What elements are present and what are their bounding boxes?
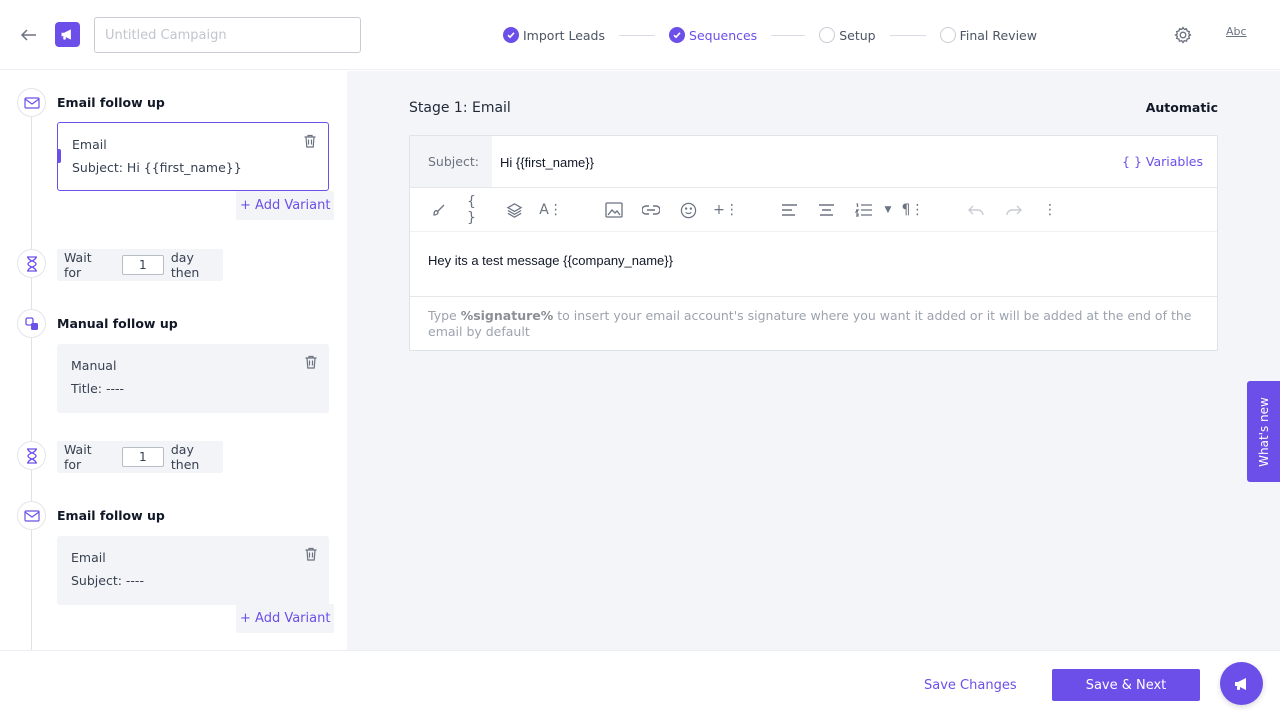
manual-step-card[interactable]: Manual Title: ---- <box>57 344 329 413</box>
block-title: Email follow up <box>57 508 165 523</box>
wait-prefix: Wait for <box>64 250 92 280</box>
selection-marker <box>57 149 61 163</box>
check-circle-icon <box>503 27 519 43</box>
email-body[interactable]: Hey its a test message {{company_name}} <box>428 253 673 268</box>
formatting-toolbar: { } A⋮ +⋮ ▼ ¶⋮ ⋮ <box>410 188 1217 232</box>
step-label: Setup <box>839 27 876 43</box>
timeline-line <box>31 111 32 650</box>
code-braces-icon[interactable]: { } <box>467 194 487 226</box>
hourglass-icon <box>17 441 46 470</box>
emoji-icon[interactable] <box>678 200 698 220</box>
whats-new-label: What's new <box>1256 396 1271 467</box>
stage-editor-panel: Stage 1: Email Automatic Subject: { } Va… <box>347 71 1280 650</box>
text-style-button[interactable]: Abc <box>1226 25 1247 38</box>
subject-row: Subject: { } Variables <box>410 136 1217 188</box>
stage-title: Stage 1: Email <box>409 100 511 116</box>
step-setup[interactable]: Setup <box>819 27 876 43</box>
chevron-down-icon[interactable]: ▼ <box>878 200 898 220</box>
signature-token: %signature% <box>460 308 554 323</box>
subject-label: Subject: <box>410 136 492 187</box>
subject-input[interactable] <box>500 150 1100 174</box>
trash-icon[interactable] <box>302 133 318 149</box>
megaphone-logo-icon <box>55 22 80 47</box>
sequence-sidebar: Email follow up Email Subject: Hi {{firs… <box>0 71 347 650</box>
brush-icon[interactable] <box>429 200 449 220</box>
wait-delay-row: Wait for day then <box>57 249 223 281</box>
empty-circle-icon <box>819 27 836 43</box>
email-icon <box>17 88 46 117</box>
step-final-review[interactable]: Final Review <box>939 27 1037 43</box>
back-arrow-icon[interactable] <box>18 24 40 46</box>
wait-prefix: Wait for <box>64 442 92 472</box>
email-step-card[interactable]: Email Subject: Hi {{first_name}} <box>57 122 329 191</box>
block-title: Email follow up <box>57 95 165 110</box>
card-type-label: Email <box>72 137 107 152</box>
manual-task-icon <box>17 309 46 338</box>
progress-steps: Import Leads Sequences Setup Final Revie… <box>503 26 1037 44</box>
gear-icon[interactable] <box>1173 25 1193 45</box>
align-left-icon[interactable] <box>779 200 799 220</box>
empty-circle-icon <box>939 27 956 43</box>
card-subject-label: Subject: ---- <box>71 573 144 588</box>
align-center-icon[interactable] <box>816 200 836 220</box>
image-icon[interactable] <box>604 200 624 220</box>
font-size-icon[interactable]: A⋮ <box>539 200 563 220</box>
insert-more-icon[interactable]: +⋮ <box>713 200 739 220</box>
signature-hint-pre: Type <box>428 308 461 323</box>
top-bar: Import Leads Sequences Setup Final Revie… <box>0 0 1280 70</box>
step-import-leads[interactable]: Import Leads <box>503 27 605 43</box>
email-editor: Subject: { } Variables { } A⋮ +⋮ <box>409 135 1218 351</box>
link-icon[interactable] <box>641 200 661 220</box>
save-changes-button[interactable]: Save Changes <box>924 678 1017 693</box>
add-variant-button[interactable]: + Add Variant <box>236 604 335 633</box>
add-variant-button[interactable]: + Add Variant <box>236 191 335 220</box>
step-connector <box>619 34 656 36</box>
wait-suffix: day then <box>170 250 200 280</box>
step-sequences[interactable]: Sequences <box>669 27 757 43</box>
wait-days-input[interactable] <box>121 255 164 275</box>
wait-suffix: day then <box>170 442 200 472</box>
redo-icon[interactable] <box>1003 200 1023 220</box>
ordered-list-icon[interactable] <box>854 200 874 220</box>
step-connector <box>771 34 806 36</box>
card-title-label: Title: ---- <box>71 381 125 396</box>
variables-button[interactable]: { } Variables <box>1122 154 1203 169</box>
trash-icon[interactable] <box>303 546 319 562</box>
wait-delay-row: Wait for day then <box>57 441 223 473</box>
save-next-button[interactable]: Save & Next <box>1052 669 1200 701</box>
chat-megaphone-icon[interactable] <box>1220 662 1263 705</box>
step-label: Final Review <box>959 27 1037 43</box>
trash-icon[interactable] <box>303 354 319 370</box>
step-label: Import Leads <box>523 27 606 43</box>
email-icon <box>17 501 46 530</box>
card-type-label: Email <box>71 550 106 565</box>
check-circle-icon <box>669 27 686 43</box>
step-connector <box>889 34 926 36</box>
block-title: Manual follow up <box>57 316 178 331</box>
card-subject-label: Subject: Hi {{first_name}} <box>72 160 242 175</box>
step-label: Sequences <box>689 27 758 43</box>
email-step-card[interactable]: Email Subject: ---- <box>57 536 329 605</box>
card-type-label: Manual <box>71 358 117 373</box>
layers-icon[interactable] <box>504 200 524 220</box>
footer-bar: Save Changes Save & Next <box>0 650 1280 720</box>
paragraph-format-icon[interactable]: ¶⋮ <box>902 200 925 220</box>
send-mode-label[interactable]: Automatic <box>1146 100 1218 115</box>
hourglass-icon <box>17 249 46 278</box>
campaign-name-input[interactable] <box>94 17 361 53</box>
undo-icon[interactable] <box>966 200 986 220</box>
wait-days-input[interactable] <box>121 447 164 467</box>
more-vertical-icon[interactable]: ⋮ <box>1040 200 1060 220</box>
signature-hint: Type %signature% to insert your email ac… <box>410 296 1217 350</box>
whats-new-tab[interactable]: What's new <box>1247 381 1280 482</box>
